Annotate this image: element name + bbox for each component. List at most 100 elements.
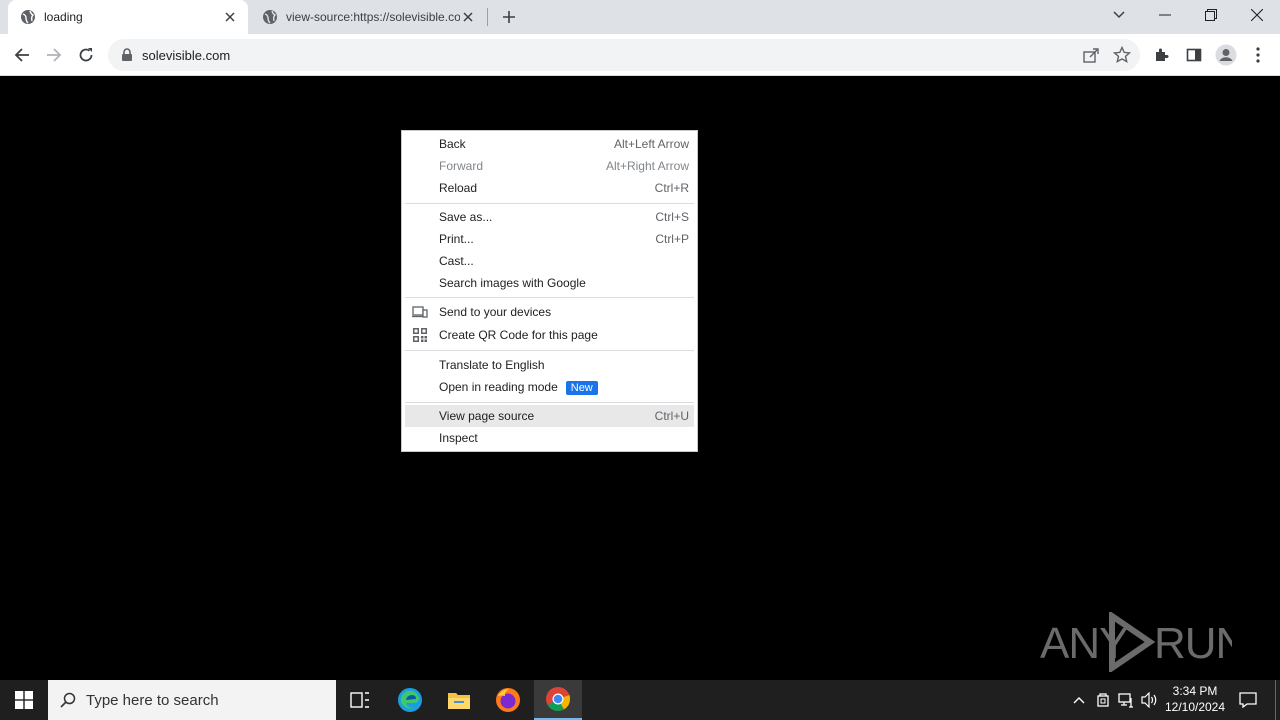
- anyrun-watermark-logo: ANY RUN: [1040, 612, 1232, 672]
- menu-item-label: Forward: [439, 159, 484, 173]
- menu-item-reload[interactable]: Reload Ctrl+R: [405, 177, 694, 199]
- start-button[interactable]: [0, 680, 48, 720]
- menu-item-back[interactable]: Back Alt+Left Arrow: [405, 133, 694, 155]
- chevron-up-icon: [1073, 697, 1085, 704]
- task-view-icon: [350, 692, 369, 708]
- menu-item-shortcut: Ctrl+S: [655, 210, 689, 224]
- tab-separator: [487, 8, 488, 26]
- arrow-left-icon: [14, 48, 29, 62]
- shield-icon: [1097, 693, 1109, 707]
- volume-button[interactable]: [1139, 680, 1161, 720]
- url-text[interactable]: solevisible.com: [142, 48, 230, 63]
- tab-view-source[interactable]: view-source:https://solevisible.com: [250, 0, 486, 34]
- plus-icon: [503, 11, 515, 23]
- menu-item-shortcut: Ctrl+P: [655, 232, 689, 246]
- avatar-icon: [1215, 44, 1237, 66]
- chrome-button[interactable]: [534, 680, 582, 720]
- clock-time: 3:34 PM: [1172, 684, 1218, 698]
- tab-strip: loading view-source:https://solevisible.…: [0, 0, 1280, 34]
- chevron-down-icon: [1113, 11, 1125, 19]
- bookmark-star-icon[interactable]: [1113, 46, 1131, 64]
- edge-button[interactable]: [386, 680, 434, 720]
- notifications-button[interactable]: [1234, 680, 1262, 720]
- menu-item-search-images[interactable]: Search images with Google: [405, 272, 694, 294]
- menu-item-view-page-source[interactable]: View page source Ctrl+U: [405, 405, 694, 427]
- firefox-icon: [496, 688, 520, 712]
- task-view-button[interactable]: [336, 680, 384, 720]
- menu-item-label: View page source: [439, 409, 535, 423]
- menu-item-label: Print...: [439, 232, 474, 246]
- tab-title: loading: [44, 10, 83, 24]
- menu-separator: [405, 350, 694, 351]
- menu-item-reading-mode[interactable]: Open in reading mode New: [405, 376, 694, 398]
- address-bar[interactable]: solevisible.com: [108, 39, 1140, 71]
- network-button[interactable]: [1115, 680, 1137, 720]
- windows-taskbar: Type here to search 3:34 PM 12/10/2024: [0, 680, 1280, 720]
- search-placeholder: Type here to search: [86, 691, 219, 709]
- restore-icon: [1205, 9, 1217, 21]
- menu-separator: [405, 402, 694, 403]
- forward-button[interactable]: [40, 41, 68, 69]
- taskbar-search-box[interactable]: Type here to search: [48, 680, 336, 720]
- arrow-right-icon: [47, 48, 62, 62]
- menu-item-inspect[interactable]: Inspect: [405, 427, 694, 449]
- file-explorer-icon: [448, 693, 470, 709]
- back-button[interactable]: [8, 41, 36, 69]
- file-explorer-button[interactable]: [435, 680, 483, 720]
- chrome-icon: [546, 687, 571, 712]
- minimize-button[interactable]: [1142, 0, 1188, 30]
- globe-icon: [263, 10, 277, 24]
- menu-item-create-qr[interactable]: Create QR Code for this page: [405, 324, 694, 346]
- devices-icon: [412, 306, 428, 318]
- menu-item-cast[interactable]: Cast...: [405, 250, 694, 272]
- extensions-button[interactable]: [1148, 41, 1176, 69]
- menu-item-shortcut: Alt+Right Arrow: [605, 159, 689, 173]
- menu-item-label: Create QR Code for this page: [439, 328, 598, 342]
- menu-item-save-as[interactable]: Save as... Ctrl+S: [405, 206, 694, 228]
- clock-date: 12/10/2024: [1164, 700, 1226, 714]
- puzzle-icon: [1156, 48, 1169, 61]
- browser-toolbar: solevisible.com: [0, 34, 1280, 76]
- minimize-icon: [1159, 14, 1171, 16]
- menu-separator: [405, 203, 694, 204]
- close-icon: [1251, 9, 1263, 21]
- notification-icon: [1239, 692, 1257, 708]
- new-tab-button[interactable]: [498, 6, 520, 28]
- network-icon: [1118, 693, 1133, 708]
- firefox-button[interactable]: [484, 680, 532, 720]
- globe-icon: [21, 10, 35, 24]
- show-hidden-icons-button[interactable]: [1068, 680, 1090, 720]
- menu-item-send-to-devices[interactable]: Send to your devices: [405, 301, 694, 323]
- speaker-icon: [1141, 692, 1157, 708]
- menu-button[interactable]: [1244, 41, 1272, 69]
- tab-title: view-source:https://solevisible.com: [286, 10, 460, 24]
- menu-item-label: Reload: [439, 181, 478, 195]
- share-icon[interactable]: [1082, 46, 1100, 64]
- close-window-button[interactable]: [1234, 0, 1280, 30]
- menu-item-shortcut: Ctrl+R: [654, 181, 689, 195]
- tab-search-button[interactable]: [1096, 0, 1142, 30]
- profile-button[interactable]: [1212, 41, 1240, 69]
- close-tab-icon[interactable]: [222, 9, 238, 25]
- menu-item-shortcut: Alt+Left Arrow: [613, 137, 689, 151]
- menu-item-translate[interactable]: Translate to English: [405, 354, 694, 376]
- reload-icon: [79, 48, 93, 62]
- side-panel-button[interactable]: [1180, 41, 1208, 69]
- menu-separator: [405, 297, 694, 298]
- lock-icon[interactable]: [120, 48, 134, 62]
- close-tab-icon[interactable]: [460, 9, 476, 25]
- context-menu: Back Alt+Left Arrow Forward Alt+Right Ar…: [401, 130, 698, 452]
- menu-item-label: Inspect: [439, 431, 478, 445]
- tray-security-button[interactable]: [1092, 680, 1114, 720]
- qr-code-icon: [413, 328, 427, 342]
- menu-item-label: Back: [439, 137, 466, 151]
- restore-button[interactable]: [1188, 0, 1234, 30]
- menu-item-forward[interactable]: Forward Alt+Right Arrow: [405, 155, 694, 177]
- system-clock[interactable]: 3:34 PM 12/10/2024: [1160, 683, 1230, 715]
- search-icon: [60, 692, 76, 708]
- show-desktop-button[interactable]: [1275, 680, 1276, 720]
- reload-button[interactable]: [72, 41, 100, 69]
- tab-loading[interactable]: loading: [8, 0, 248, 34]
- menu-item-print[interactable]: Print... Ctrl+P: [405, 228, 694, 250]
- svg-text:RUN: RUN: [1154, 619, 1232, 668]
